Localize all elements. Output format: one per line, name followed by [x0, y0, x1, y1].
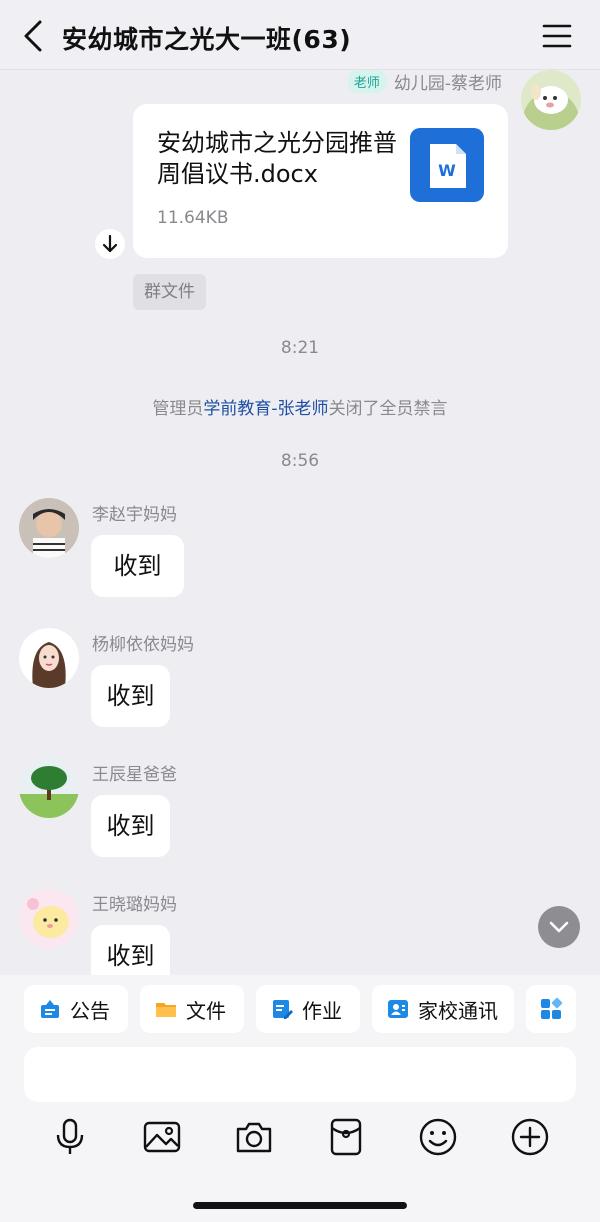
- system-notice: 管理员学前教育-张老师关闭了全员禁言: [0, 394, 600, 419]
- quick-action-announcement[interactable]: 公告: [24, 985, 128, 1033]
- teacher-sender-row: 老师 幼儿园-蔡老师: [347, 70, 502, 94]
- admin-name-link[interactable]: 学前教育-张老师: [203, 399, 328, 419]
- message-bubble[interactable]: 收到: [91, 535, 184, 597]
- teacher-avatar[interactable]: [521, 70, 581, 130]
- file-size: 11.64KB: [157, 208, 229, 228]
- message-bubble[interactable]: 收到: [91, 795, 170, 857]
- teacher-role-badge: 老师: [347, 70, 386, 93]
- emoji-icon[interactable]: [418, 1117, 458, 1157]
- message-bubble[interactable]: 收到: [91, 665, 170, 727]
- message-bubble[interactable]: 收到: [91, 925, 170, 975]
- sender-name: 王辰星爸爸: [92, 765, 177, 785]
- avatar[interactable]: [19, 758, 79, 818]
- download-icon[interactable]: [95, 229, 125, 259]
- quick-action-label: 公告: [70, 998, 110, 1023]
- quick-action-label: 家校通讯: [418, 998, 498, 1023]
- chevron-down-icon: [549, 921, 569, 933]
- homework-edit-icon: [273, 1000, 293, 1019]
- quick-action-more[interactable]: [526, 985, 576, 1033]
- image-icon[interactable]: [142, 1117, 182, 1157]
- system-suffix: 关闭了全员禁言: [328, 399, 448, 419]
- quick-action-label: 作业: [302, 998, 342, 1023]
- red-packet-icon[interactable]: [326, 1117, 366, 1157]
- avatar[interactable]: [19, 628, 79, 688]
- quick-action-contacts[interactable]: 家校通讯: [372, 985, 514, 1033]
- avatar[interactable]: [19, 888, 79, 948]
- chat-message-list[interactable]: 老师 幼儿园-蔡老师 安幼城市之光分园推普周倡议书.docx 11.64KB W: [0, 70, 600, 975]
- microphone-icon[interactable]: [50, 1117, 90, 1157]
- contacts-icon: [388, 1000, 408, 1018]
- file-name: 安幼城市之光分园推普周倡议书.docx: [157, 129, 397, 188]
- quick-action-homework[interactable]: 作业: [256, 985, 360, 1033]
- announcement-icon: [41, 1000, 59, 1018]
- app-grid-icon: [541, 997, 563, 1019]
- plus-icon[interactable]: [510, 1117, 550, 1157]
- system-prefix: 管理员: [152, 399, 204, 419]
- quick-action-files[interactable]: 文件: [140, 985, 244, 1033]
- sender-name: 杨柳依依妈妈: [92, 635, 194, 655]
- back-chevron-icon[interactable]: [18, 18, 48, 54]
- scroll-to-bottom-button[interactable]: [538, 906, 580, 948]
- file-message-card[interactable]: 安幼城市之光分园推普周倡议书.docx 11.64KB W: [133, 104, 508, 258]
- sender-name: 李赵宇妈妈: [92, 505, 177, 525]
- teacher-sender-name: 幼儿园-蔡老师: [393, 73, 502, 94]
- camera-icon[interactable]: [234, 1117, 274, 1157]
- avatar[interactable]: [19, 498, 79, 558]
- svg-text:W: W: [438, 161, 456, 180]
- hamburger-menu-icon[interactable]: [542, 22, 572, 50]
- chat-title: 安幼城市之光大一班(63): [62, 25, 352, 54]
- group-file-tag[interactable]: 群文件: [133, 274, 206, 310]
- home-indicator[interactable]: [193, 1202, 407, 1209]
- word-doc-icon: W: [410, 128, 484, 202]
- quick-action-label: 文件: [186, 998, 226, 1023]
- message-input[interactable]: [24, 1047, 576, 1102]
- bottom-panel: 公告 文件 作业 家校通讯: [0, 975, 600, 1222]
- top-bar: 安幼城市之光大一班(63): [0, 0, 600, 70]
- timestamp: 8:56: [280, 451, 320, 471]
- folder-icon: [156, 1003, 176, 1017]
- timestamp: 8:21: [280, 338, 320, 358]
- sender-name: 王晓璐妈妈: [92, 895, 177, 915]
